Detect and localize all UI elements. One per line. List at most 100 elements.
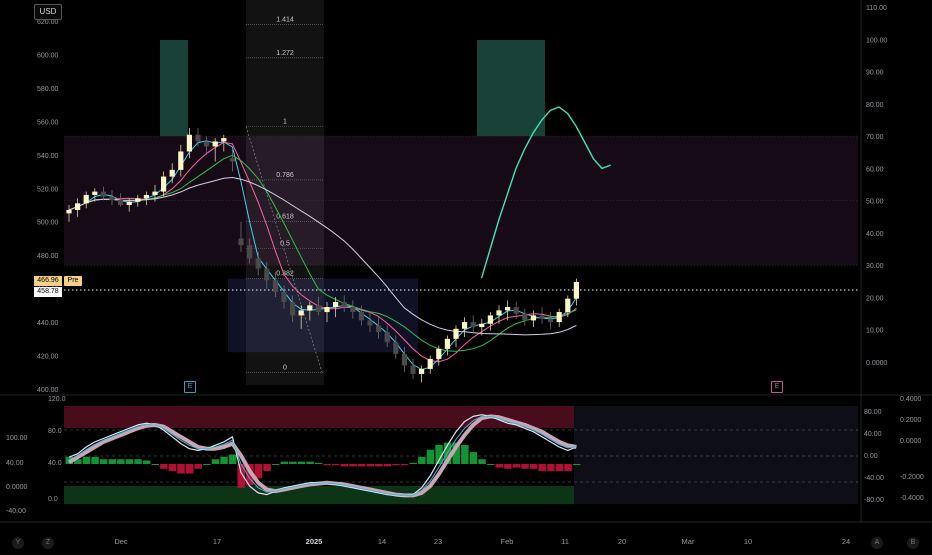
osc-hist-55: [538, 464, 546, 472]
corner-z-button[interactable]: Z: [42, 537, 54, 549]
rsi-high-zone-2: [477, 40, 545, 137]
close-price-tag: 458.78: [34, 287, 62, 297]
osc-hist-29: [314, 462, 323, 464]
osc-hist-9: [142, 460, 151, 464]
osc-hist-41: [418, 456, 426, 464]
osc-hist-23: [263, 464, 271, 472]
candle-body-14: [186, 134, 192, 152]
time-tick-1: 17: [213, 537, 221, 546]
candle-body-48: [479, 323, 485, 328]
rsi-tick-0: 110.00: [866, 5, 887, 12]
osc-outer-tick-2: 0.0000: [900, 438, 922, 445]
candle-body-49: [487, 315, 493, 324]
osc-hist-14: [185, 464, 194, 474]
osc-outer-tick-0: 0.4000: [900, 396, 922, 403]
osc-hist-31: [332, 464, 340, 466]
candle-body-27: [298, 310, 304, 316]
price-tick-6: 500.00: [37, 220, 59, 227]
osc-hist-47: [469, 452, 478, 464]
corner-y-button[interactable]: Y: [12, 537, 24, 549]
osc-hist-4: [99, 459, 108, 464]
time-tick-9: 10: [744, 537, 752, 546]
osc-hist-13: [177, 464, 185, 474]
osc-outer-tick-1: 0.2000: [900, 417, 922, 424]
osc-hist-34: [357, 464, 366, 467]
time-tick-0: Dec: [114, 537, 128, 546]
candle-body-55: [539, 315, 545, 319]
corner-a-button[interactable]: A: [871, 537, 883, 549]
price-tick-10: 420.00: [37, 354, 59, 361]
last-price-tag: 466.96: [34, 276, 62, 286]
osc-hist-53: [521, 464, 529, 469]
candle-body-54: [530, 315, 536, 321]
osc-hist-20: [237, 464, 245, 488]
candle-body-0: [66, 210, 72, 214]
candle-body-29: [315, 305, 321, 313]
candle-body-16: [204, 141, 210, 147]
corner-b-button[interactable]: B: [907, 537, 919, 549]
osc-outer-tick-3: -0.2000: [900, 474, 924, 481]
osc-hist-6: [117, 459, 125, 464]
candle-body-35: [367, 320, 373, 326]
candle-body-18: [221, 138, 227, 142]
earnings-badge-past[interactable]: E: [184, 381, 196, 393]
candle-body-44: [444, 338, 450, 349]
candle-body-3: [92, 191, 98, 195]
currency-button[interactable]: USD: [34, 4, 62, 20]
candle-body-32: [341, 302, 347, 308]
osc-left-tick-2: 80.0: [48, 428, 62, 435]
osc-hist-36: [375, 464, 383, 467]
candle-body-41: [419, 368, 425, 374]
price-tick-7: 480.00: [37, 253, 59, 260]
osc-left-tick-6: 0.0: [48, 496, 58, 503]
osc-hist-7: [125, 459, 134, 464]
chart-root: 1.414 1.272 1 0.786 0.618 0.5 0.382 0 620.00 600.…: [0, 0, 932, 550]
osc-hist-58: [564, 464, 572, 472]
osc-right-tick-2: 0.00: [864, 453, 878, 460]
candle-body-25: [281, 291, 287, 303]
osc-hist-16: [203, 464, 211, 465]
candle-body-8: [135, 198, 141, 202]
osc-hist-51: [504, 464, 512, 469]
rsi-tick-7: 40.00: [866, 231, 884, 238]
osc-hist-3: [91, 456, 99, 464]
candle-body-37: [384, 332, 390, 343]
osc-hist-28: [306, 461, 314, 464]
candle-body-58: [565, 298, 571, 313]
candle-body-28: [307, 305, 313, 311]
osc-hist-46: [461, 444, 469, 464]
osc-hist-38: [392, 464, 400, 466]
osc-right-tick-1: 40.00: [864, 431, 882, 438]
rsi-tick-3: 80.00: [866, 102, 884, 109]
osc-hist-27: [297, 461, 306, 464]
osc-hist-8: [134, 459, 142, 464]
candle-body-7: [126, 201, 132, 205]
candle-body-53: [522, 313, 528, 321]
price-tick-4: 540.00: [37, 153, 59, 160]
osc-hist-52: [512, 464, 521, 468]
candle-body-30: [324, 307, 330, 313]
time-tick-7: 20: [618, 537, 626, 546]
candle-body-57: [556, 312, 562, 323]
osc-hist-59: [572, 464, 581, 465]
osc-hist-57: [555, 464, 564, 472]
osc-right-tick-4: -80.00: [864, 497, 884, 504]
price-tick-2: 580.00: [37, 86, 59, 93]
candle-body-43: [436, 348, 442, 359]
osc-hist-32: [340, 464, 349, 467]
candle-body-6: [118, 199, 124, 205]
price-tick-1: 600.00: [37, 52, 59, 59]
candle-body-15: [195, 134, 201, 142]
candle-body-51: [505, 307, 511, 311]
fib-label-3: 0.786: [276, 172, 294, 179]
candle-body-5: [109, 196, 115, 200]
rsi-tick-11: 0.0000: [866, 360, 888, 367]
osc-hist-24: [271, 464, 280, 465]
session-tag: Pre: [64, 276, 82, 286]
earnings-badge-upcoming[interactable]: E: [771, 381, 783, 393]
time-tick-3: 14: [378, 537, 386, 546]
candle-body-42: [427, 358, 433, 369]
candle-body-39: [401, 353, 407, 366]
osc-left-tick-5: 0.0000: [6, 484, 28, 491]
osc-hist-49: [486, 464, 495, 465]
